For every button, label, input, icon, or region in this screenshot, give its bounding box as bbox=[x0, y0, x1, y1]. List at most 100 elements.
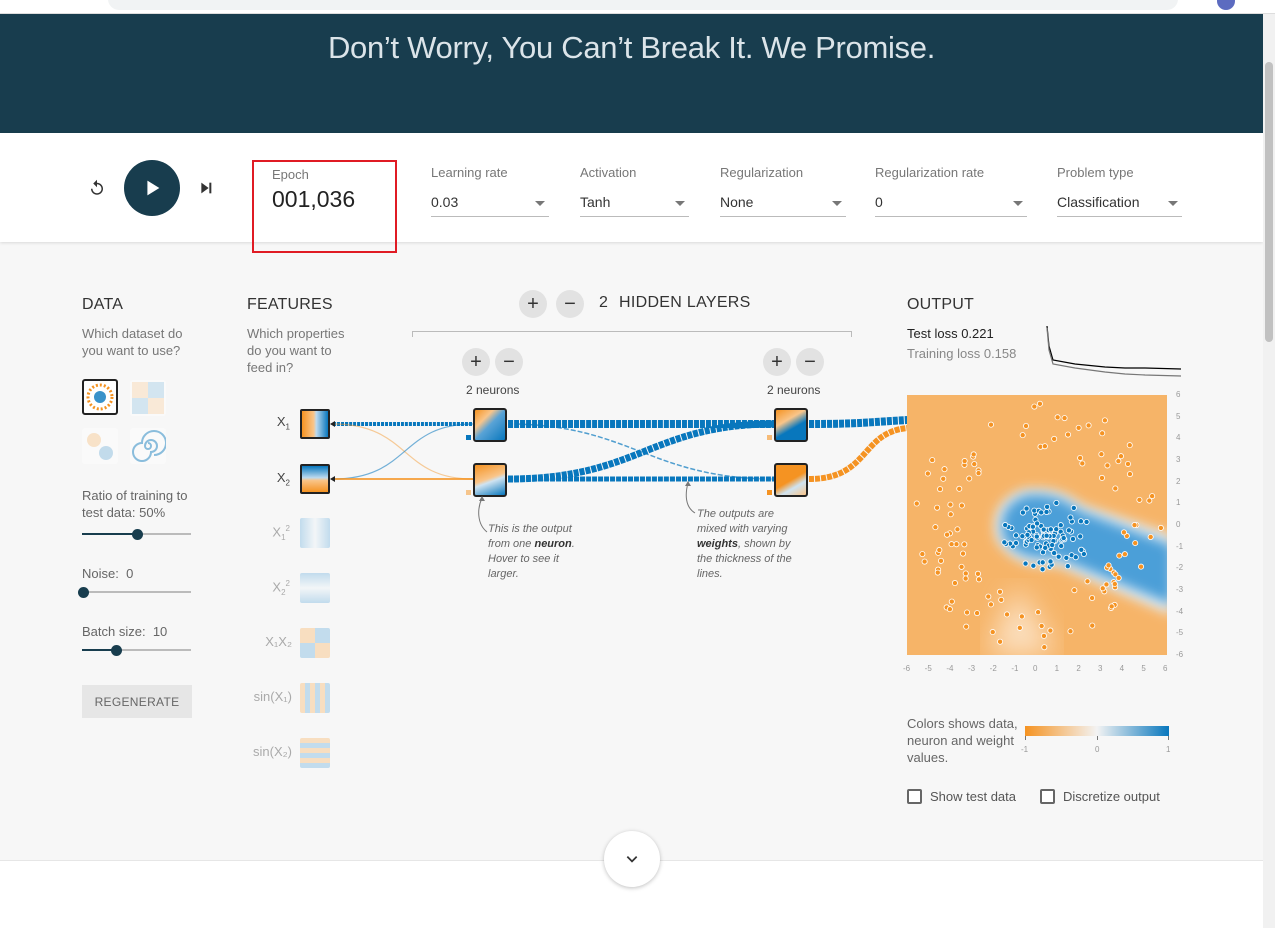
chevron-down-icon bbox=[1168, 201, 1178, 206]
epoch-counter: Epoch 001,036 bbox=[252, 160, 397, 253]
data-point-orange bbox=[988, 421, 995, 428]
hidden-layers-bracket bbox=[412, 331, 852, 337]
dataset-circle[interactable] bbox=[82, 379, 118, 415]
profile-avatar[interactable] bbox=[1217, 0, 1235, 10]
feature-x1-squared[interactable] bbox=[300, 518, 330, 548]
data-point-orange bbox=[1132, 540, 1139, 547]
data-point-orange bbox=[1104, 462, 1111, 469]
noise-slider-handle[interactable] bbox=[78, 587, 89, 598]
dataset-gaussian[interactable] bbox=[82, 428, 118, 464]
data-point-orange bbox=[1115, 458, 1122, 465]
data-point-orange bbox=[998, 596, 1005, 603]
add-layer-button[interactable]: + bbox=[519, 290, 547, 318]
neuron-layer1-1[interactable] bbox=[473, 408, 507, 442]
regenerate-button[interactable]: REGENERATE bbox=[82, 685, 192, 718]
discretize-output-label[interactable]: Discretize output bbox=[1063, 789, 1160, 804]
loss-chart bbox=[1046, 325, 1181, 377]
data-point-orange bbox=[937, 486, 944, 493]
data-point-orange bbox=[962, 575, 969, 582]
dataset-xor[interactable] bbox=[130, 380, 166, 416]
data-point-orange bbox=[948, 598, 955, 605]
reset-icon[interactable] bbox=[86, 177, 108, 199]
data-point-orange bbox=[1077, 454, 1084, 461]
learning-rate-select[interactable]: 0.03 bbox=[431, 191, 549, 217]
feature-sin-x2[interactable] bbox=[300, 738, 330, 768]
problem-type-select[interactable]: Classification bbox=[1057, 191, 1182, 217]
layer1-add-neuron-button[interactable]: + bbox=[462, 348, 490, 376]
scroll-down-button[interactable] bbox=[604, 831, 660, 887]
page-scrollbar[interactable] bbox=[1263, 14, 1275, 928]
data-point-orange bbox=[1089, 622, 1096, 629]
data-point-orange bbox=[934, 504, 941, 511]
link-x2-n11 bbox=[332, 423, 474, 480]
noise-slider[interactable] bbox=[78, 587, 191, 598]
learning-rate-value: 0.03 bbox=[431, 194, 459, 210]
y-tick-label: -4 bbox=[1176, 606, 1184, 616]
show-test-data-label[interactable]: Show test data bbox=[930, 789, 1016, 804]
regularization-select[interactable]: None bbox=[720, 191, 846, 217]
ratio-slider-handle[interactable] bbox=[132, 529, 143, 540]
data-point-orange bbox=[961, 458, 968, 465]
batch-slider[interactable] bbox=[82, 645, 191, 656]
data-point-blue bbox=[1019, 509, 1026, 516]
data-point-blue bbox=[1047, 526, 1054, 533]
data-point-blue bbox=[1069, 535, 1076, 542]
data-point-blue bbox=[1039, 559, 1046, 566]
hero-banner: Don’t Worry, You Can’t Break It. We Prom… bbox=[0, 14, 1263, 133]
data-point-blue bbox=[1002, 522, 1009, 529]
data-point-blue bbox=[1053, 499, 1060, 506]
y-tick-label: -5 bbox=[1176, 628, 1184, 638]
remove-layer-button[interactable]: − bbox=[556, 290, 584, 318]
bias-layer2-1[interactable] bbox=[767, 435, 772, 440]
address-bar[interactable] bbox=[108, 0, 1178, 10]
data-point-orange bbox=[913, 500, 920, 507]
data-point-blue bbox=[1030, 562, 1037, 569]
data-point-orange bbox=[1041, 644, 1048, 651]
bias-layer2-2[interactable] bbox=[767, 490, 772, 495]
step-icon[interactable] bbox=[196, 177, 216, 199]
show-test-data-checkbox[interactable] bbox=[907, 789, 922, 804]
regularization-rate-select[interactable]: 0 bbox=[875, 191, 1027, 217]
feature-x2-squared[interactable] bbox=[300, 573, 330, 603]
neuron-layer1-2[interactable] bbox=[473, 463, 507, 497]
data-point-orange bbox=[1079, 460, 1086, 467]
data-point-orange bbox=[947, 511, 954, 518]
scrollbar-thumb[interactable] bbox=[1265, 62, 1273, 342]
data-point-blue bbox=[1070, 504, 1077, 511]
feature-sin-x1[interactable] bbox=[300, 683, 330, 713]
bias-layer1-2[interactable] bbox=[466, 490, 471, 495]
data-point-blue bbox=[1039, 566, 1046, 573]
annotation-neuron: This is the output from one neuron. Hove… bbox=[488, 523, 575, 580]
data-point-blue bbox=[1064, 563, 1071, 570]
feature-x1x2[interactable] bbox=[300, 628, 330, 658]
batch-slider-handle[interactable] bbox=[111, 645, 122, 656]
neuron-layer2-2[interactable] bbox=[774, 463, 808, 497]
activation-select[interactable]: Tanh bbox=[580, 191, 689, 217]
feature-x1[interactable] bbox=[300, 409, 330, 439]
data-point-blue bbox=[1057, 522, 1064, 529]
problem-type-label: Problem type bbox=[1057, 165, 1134, 180]
x-tick-label: 4 bbox=[1119, 664, 1125, 673]
data-point-orange bbox=[936, 547, 943, 554]
data-point-orange bbox=[974, 610, 981, 617]
layer2-add-neuron-button[interactable]: + bbox=[763, 348, 791, 376]
plus-icon: + bbox=[771, 350, 783, 373]
ratio-slider[interactable] bbox=[82, 529, 191, 540]
bias-layer1-1[interactable] bbox=[466, 435, 471, 440]
data-point-blue bbox=[1051, 550, 1058, 557]
data-point-orange bbox=[1098, 451, 1105, 458]
dataset-spiral[interactable] bbox=[130, 428, 167, 464]
layer2-remove-neuron-button[interactable]: − bbox=[796, 348, 824, 376]
feature-x2[interactable] bbox=[300, 464, 330, 494]
layer1-remove-neuron-button[interactable]: − bbox=[495, 348, 523, 376]
discretize-output-checkbox[interactable] bbox=[1040, 789, 1055, 804]
neuron-layer2-1[interactable] bbox=[774, 408, 808, 442]
play-button[interactable] bbox=[124, 160, 180, 216]
data-point-orange bbox=[1040, 632, 1047, 639]
batch-label: Batch size: bbox=[82, 624, 146, 639]
output-heatmap[interactable] bbox=[907, 395, 1167, 655]
data-point-orange bbox=[1098, 474, 1105, 481]
data-point-blue bbox=[1001, 539, 1008, 546]
data-point-blue bbox=[1060, 535, 1067, 542]
test-loss: Test loss 0.221 bbox=[907, 326, 994, 341]
